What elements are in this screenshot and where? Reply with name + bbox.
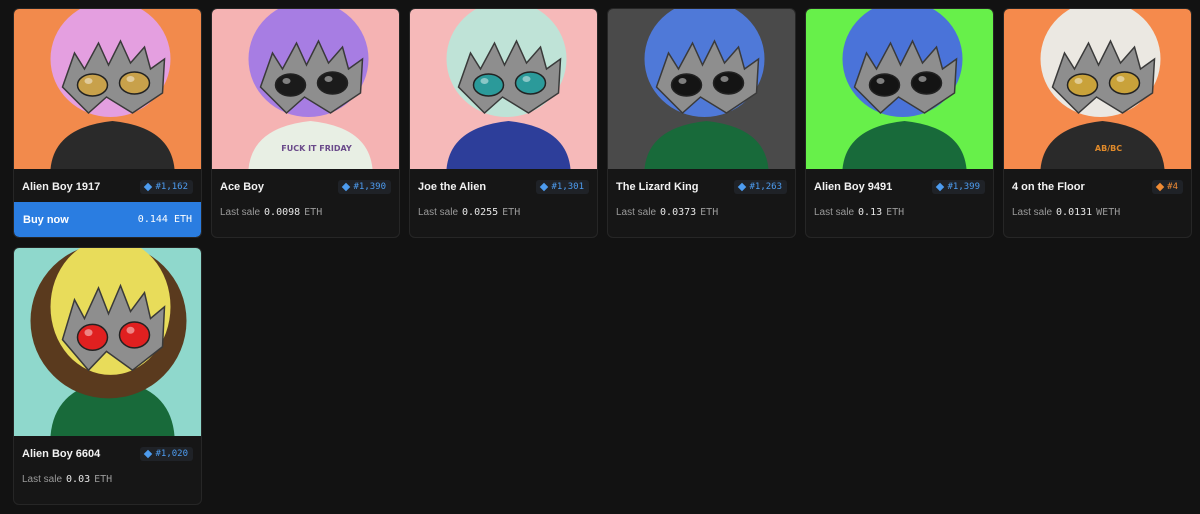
nft-name: Alien Boy 6604 (22, 448, 101, 460)
nft-card[interactable]: AB/BC 4 on the Floor #4 Last sale 0.0131… (1003, 8, 1192, 238)
buy-now-label: Buy now (23, 213, 69, 226)
last-sale: Last sale 0.0131 WETH (1012, 206, 1121, 218)
nft-image[interactable]: AB/BC (1004, 9, 1191, 169)
nft-card[interactable]: The Lizard King #1,263 Last sale 0.0373 … (607, 8, 796, 238)
nft-image[interactable] (806, 9, 993, 169)
rarity-rank-badge: #1,399 (932, 180, 985, 194)
nft-name: Alien Boy 1917 (22, 181, 101, 193)
nft-image[interactable] (14, 248, 201, 436)
nft-card[interactable]: Alien Boy 1917 #1,162 Buy now 0.144 ETH (13, 8, 202, 238)
svg-text:AB/BC: AB/BC (1095, 144, 1122, 153)
rarity-rank-badge: #1,020 (140, 447, 193, 461)
nft-image[interactable] (608, 9, 795, 169)
last-sale: Last sale 0.0373 ETH (616, 206, 719, 218)
nft-image[interactable]: FUCK IT FRIDAY (212, 9, 399, 169)
rarity-diamond-icon (540, 182, 549, 192)
nft-name: Ace Boy (220, 181, 265, 193)
buy-price: 0.144 ETH (137, 214, 192, 225)
svg-text:FUCK IT FRIDAY: FUCK IT FRIDAY (281, 144, 352, 153)
rarity-diamond-icon (1155, 182, 1165, 192)
nft-card[interactable]: Alien Boy 9491 #1,399 Last sale 0.13 ETH (805, 8, 994, 238)
last-sale: Last sale 0.0255 ETH (418, 206, 521, 218)
nft-name: Alien Boy 9491 (814, 181, 893, 193)
rarity-rank-badge: #1,301 (536, 180, 589, 194)
nft-name: The Lizard King (616, 181, 699, 193)
rarity-diamond-icon (936, 182, 945, 192)
last-sale: Last sale 0.03 ETH (22, 473, 113, 485)
rarity-rank-badge: #1,390 (338, 180, 391, 194)
nft-card[interactable]: Alien Boy 6604 #1,020 Last sale 0.03 ETH (13, 247, 202, 505)
rarity-rank-badge: #1,162 (140, 180, 193, 194)
rarity-diamond-icon (144, 182, 153, 192)
nft-name: Joe the Alien (418, 181, 487, 193)
rarity-diamond-icon (342, 182, 351, 192)
nft-name: 4 on the Floor (1012, 181, 1085, 193)
nft-image[interactable] (410, 9, 597, 169)
nft-card[interactable]: Joe the Alien #1,301 Last sale 0.0255 ET… (409, 8, 598, 238)
rarity-diamond-icon (738, 182, 747, 192)
nft-image[interactable] (14, 9, 201, 169)
last-sale: Last sale 0.0098 ETH (220, 206, 323, 218)
rarity-rank-badge: #1,263 (734, 180, 787, 194)
nft-card[interactable]: FUCK IT FRIDAY Ace Boy #1,390 Last sale … (211, 8, 400, 238)
buy-now-button[interactable]: Buy now 0.144 ETH (14, 202, 201, 237)
nft-grid: Alien Boy 1917 #1,162 Buy now 0.144 ETH … (13, 8, 1192, 505)
rarity-diamond-icon (144, 449, 153, 459)
last-sale: Last sale 0.13 ETH (814, 206, 905, 218)
rarity-rank-badge: #4 (1152, 180, 1183, 194)
